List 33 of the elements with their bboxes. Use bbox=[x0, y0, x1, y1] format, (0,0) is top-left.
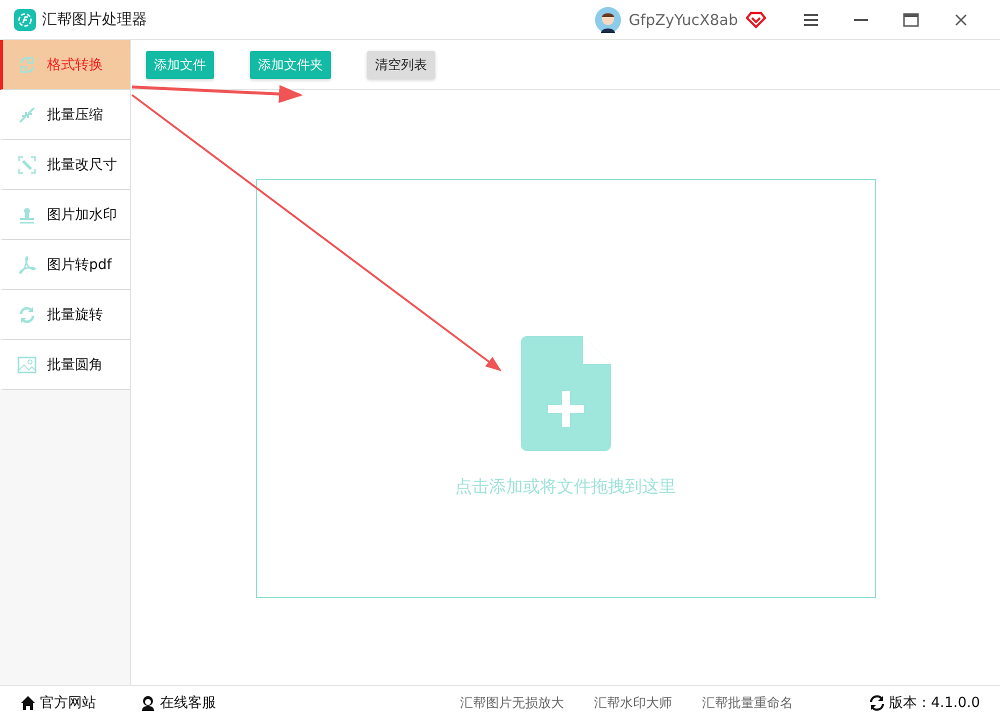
sidebar-item[interactable]: 批量圆角 bbox=[0, 340, 130, 390]
refresh-icon bbox=[869, 695, 886, 711]
footer-link[interactable]: 汇帮批量重命名 bbox=[702, 694, 793, 712]
compress-icon bbox=[17, 104, 37, 124]
convert-icon bbox=[17, 54, 37, 74]
headset-person-icon bbox=[140, 695, 156, 711]
vip-diamond-icon[interactable] bbox=[746, 10, 766, 28]
rotate-icon bbox=[17, 304, 37, 324]
footer-link[interactable]: 官方网站 bbox=[20, 694, 96, 712]
home-icon bbox=[20, 695, 36, 711]
avatar-icon[interactable] bbox=[594, 6, 621, 32]
footer-link[interactable]: 汇帮图片无损放大 bbox=[460, 694, 564, 712]
image-icon bbox=[17, 354, 37, 374]
footer-link[interactable]: 汇帮水印大师 bbox=[594, 694, 672, 712]
minimize-icon bbox=[854, 18, 868, 20]
toolbar-button[interactable]: 清空列表 bbox=[367, 50, 435, 78]
pdf-icon bbox=[17, 254, 37, 274]
sidebar-item[interactable]: 图片加水印 bbox=[0, 190, 130, 240]
version-text: 版本：4.1.0.0 bbox=[889, 694, 980, 712]
resize-icon bbox=[17, 154, 37, 174]
username[interactable]: GfpZyYucX8ab bbox=[628, 10, 738, 28]
sidebar-item[interactable]: 批量改尺寸 bbox=[0, 140, 130, 190]
sidebar-item[interactable]: 图片转pdf bbox=[0, 240, 130, 290]
sidebar-item[interactable]: 批量压缩 bbox=[0, 90, 130, 140]
sidebar-item[interactable]: 批量旋转 bbox=[0, 290, 130, 340]
maximize-icon bbox=[903, 12, 919, 26]
menu-icon bbox=[804, 14, 818, 26]
drop-hint: 点击添加或将文件拖拽到这里 bbox=[455, 476, 676, 498]
close-icon bbox=[955, 14, 967, 26]
window-title: 汇帮图片处理器 bbox=[42, 10, 147, 29]
footer-link[interactable]: 在线客服 bbox=[140, 694, 216, 712]
app-logo-icon bbox=[14, 8, 36, 30]
add-file-icon bbox=[520, 336, 610, 451]
